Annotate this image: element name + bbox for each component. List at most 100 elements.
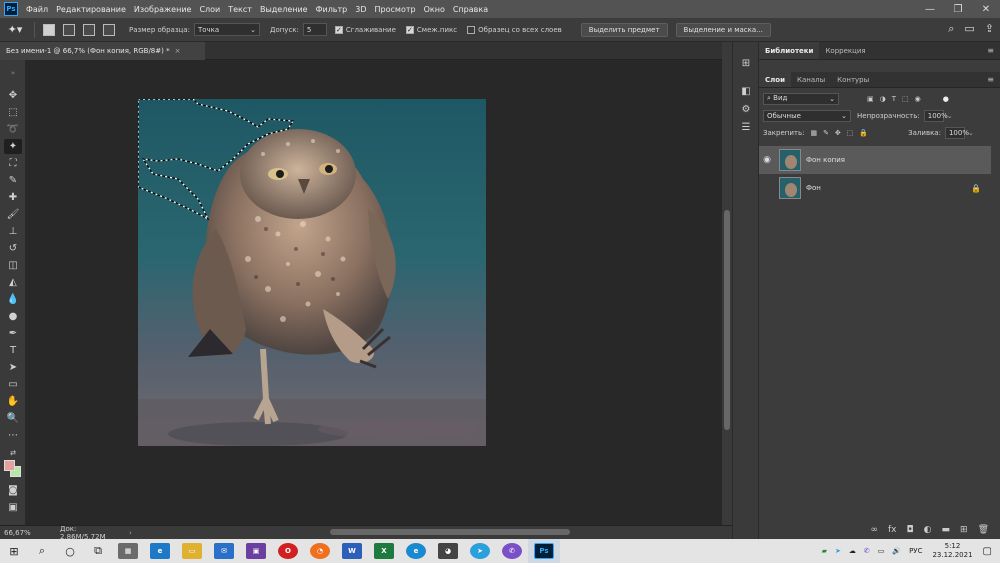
lasso-tool-icon[interactable]: ➰ — [4, 122, 22, 137]
layer-filter-select[interactable]: ⌕ Вид ⌄ — [763, 92, 839, 105]
shape-tool-icon[interactable]: ▭ — [4, 377, 22, 392]
learn-panel-icon[interactable]: ⊞ — [739, 56, 753, 70]
ie-app-icon[interactable]: e — [150, 543, 170, 559]
canvas-area[interactable] — [26, 60, 721, 525]
menu-file[interactable]: Файл — [22, 5, 52, 14]
add-mask-icon[interactable]: ◘ — [907, 525, 914, 535]
share-icon[interactable]: ⇪ — [985, 22, 994, 36]
select-and-mask-button[interactable]: Выделение и маска... — [675, 22, 771, 37]
minimize-icon[interactable]: — — [916, 0, 944, 18]
adjustments-panel-icon[interactable]: ☰ — [739, 120, 753, 134]
menu-3d[interactable]: 3D — [351, 5, 370, 14]
marquee-tool-icon[interactable]: ⬚ — [4, 105, 22, 120]
swap-colors-icon[interactable]: ⇄ — [4, 445, 22, 460]
brush-panel-icon[interactable]: ⚙ — [739, 102, 753, 116]
sample-all-layers-checkbox[interactable]: Образец со всех слоев — [467, 25, 562, 34]
clone-stamp-icon[interactable]: ⊥ — [4, 224, 22, 239]
brush-tool-icon[interactable]: 🖌 — [4, 207, 22, 222]
status-arrow-icon[interactable]: › — [129, 529, 132, 537]
menu-select[interactable]: Выделение — [256, 5, 312, 14]
zoom-level[interactable]: 66,67% — [0, 529, 31, 537]
magic-wand-tool-icon[interactable]: ✦ — [4, 139, 22, 154]
explorer-app-icon[interactable]: ▭ — [182, 543, 202, 559]
scroll-thumb[interactable] — [724, 210, 730, 430]
delete-layer-icon[interactable]: 🗑 — [978, 525, 989, 535]
search-icon[interactable]: ⌕ — [948, 22, 954, 36]
horizontal-scrollbar[interactable] — [330, 529, 570, 535]
telegram-app-icon[interactable]: ➤ — [470, 543, 490, 559]
type-tool-icon[interactable]: T — [4, 343, 22, 358]
layer-filter-icons[interactable]: ▣◑T⬚◉ — [867, 95, 927, 103]
menu-help[interactable]: Справка — [449, 5, 492, 14]
quick-mask-icon[interactable]: ◙ — [4, 483, 22, 498]
tray-app-icon[interactable]: ▰ — [822, 547, 827, 555]
search-icon[interactable]: ⌕ — [28, 539, 56, 563]
volume-icon[interactable]: 🔊 — [892, 547, 901, 555]
move-tool-icon[interactable]: ✥ — [4, 88, 22, 103]
lock-icons[interactable]: ▦✎✥⬚🔒 — [810, 129, 874, 137]
healing-brush-icon[interactable]: ✚ — [4, 190, 22, 205]
filter-toggle-icon[interactable]: ● — [943, 95, 949, 103]
dodge-tool-icon[interactable]: ● — [4, 309, 22, 324]
tray-viber-icon[interactable]: ✆ — [864, 547, 870, 555]
restore-icon[interactable]: ❐ — [944, 0, 972, 18]
edge-app-icon[interactable]: e — [406, 543, 426, 559]
notifications-icon[interactable]: ▢ — [983, 546, 992, 557]
clock[interactable]: 5:12 23.12.2021 — [932, 542, 972, 560]
fx-icon[interactable]: fx — [888, 525, 897, 535]
new-selection-button[interactable] — [43, 23, 55, 36]
opacity-input[interactable]: 100% — [923, 109, 948, 122]
network-icon[interactable]: ▭ — [878, 547, 885, 555]
task-view-icon[interactable]: ⧉ — [84, 539, 112, 563]
tab-paths[interactable]: Контуры — [831, 72, 875, 87]
opacity-chevron-icon[interactable]: ⌄ — [947, 112, 953, 120]
intersect-selection-button[interactable] — [103, 23, 115, 36]
tray-onedrive-icon[interactable]: ☁ — [849, 547, 856, 555]
close-tab-icon[interactable]: × — [175, 47, 181, 55]
fill-input[interactable]: 100% — [944, 126, 969, 139]
paint-app-icon[interactable]: ◕ — [438, 543, 458, 559]
tolerance-input[interactable]: 5 — [302, 23, 327, 36]
windows-start-icon[interactable]: ⊞ — [0, 539, 28, 563]
layers-menu-icon[interactable]: ≡ — [987, 75, 994, 84]
screen-mode-icon[interactable]: ▣ — [4, 500, 22, 515]
photoshop-taskbar-item[interactable]: Ps — [528, 539, 560, 563]
menu-filter[interactable]: Фильтр — [312, 5, 352, 14]
menu-layers[interactable]: Слои — [195, 5, 224, 14]
store-app-icon[interactable]: ▦ — [118, 543, 138, 559]
antialias-checkbox[interactable]: ✓ Сглаживание — [334, 25, 396, 34]
tab-layers[interactable]: Слои — [759, 72, 791, 87]
menu-edit[interactable]: Редактирование — [52, 5, 130, 14]
new-group-icon[interactable]: ▬ — [942, 525, 951, 535]
viber-app-icon[interactable]: ✆ — [502, 543, 522, 559]
menu-window[interactable]: Окно — [420, 5, 449, 14]
menu-image[interactable]: Изображение — [130, 5, 196, 14]
document-tab[interactable]: Без имени-1 @ 66,7% (Фон копия, RGB/8#) … — [0, 42, 205, 60]
vertical-scrollbar[interactable] — [722, 42, 732, 525]
tray-telegram-icon[interactable]: ➤ — [835, 547, 841, 555]
history-panel-icon[interactable]: ◧ — [739, 84, 753, 98]
blend-mode-select[interactable]: Обычные ⌄ — [763, 109, 851, 122]
select-subject-button[interactable]: Выделить предмет — [580, 22, 668, 37]
layer-row[interactable]: Фон 🔒 — [759, 174, 991, 202]
adjustment-layer-icon[interactable]: ◐ — [924, 525, 932, 535]
opera-app-icon[interactable]: O — [278, 543, 298, 559]
collapse-icon[interactable]: » — [4, 65, 22, 80]
more-tools-icon[interactable]: ⋯ — [4, 428, 22, 443]
workspace-icon[interactable]: ▭ — [964, 22, 974, 36]
save-app-icon[interactable]: ▣ — [246, 543, 266, 559]
paint-bucket-icon[interactable]: ◭ — [4, 275, 22, 290]
eyedropper-tool-icon[interactable]: ✎ — [4, 173, 22, 188]
close-window-icon[interactable]: ✕ — [972, 0, 1000, 18]
tab-adjustments[interactable]: Коррекция — [819, 42, 871, 59]
word-app-icon[interactable]: W — [342, 543, 362, 559]
eye-icon[interactable]: ◉ — [759, 155, 775, 165]
contiguous-checkbox[interactable]: ✓ Смеж.пикс — [405, 25, 457, 34]
tab-channels[interactable]: Каналы — [791, 72, 831, 87]
link-layers-icon[interactable]: ∞ — [871, 525, 879, 535]
blur-tool-icon[interactable]: 💧 — [4, 292, 22, 307]
owl-image[interactable] — [138, 99, 486, 446]
path-selection-icon[interactable]: ➤ — [4, 360, 22, 375]
menu-view[interactable]: Просмотр — [371, 5, 420, 14]
foreground-color-swatch[interactable] — [4, 460, 15, 471]
